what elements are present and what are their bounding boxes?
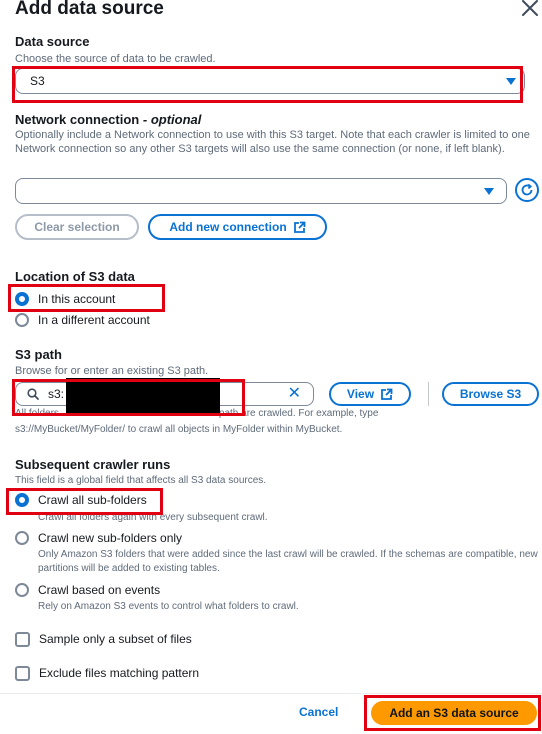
add-data-source-modal: Add data source Data source Choose the s… bbox=[0, 0, 542, 734]
network-label-text: Network connection bbox=[15, 112, 140, 127]
checkbox[interactable] bbox=[15, 631, 30, 647]
external-link-icon bbox=[293, 221, 306, 233]
location-label: Location of S3 data bbox=[15, 269, 135, 284]
radio-crawl-all[interactable]: Crawl all sub-folders bbox=[15, 492, 147, 508]
add-s3-data-source-label: Add an S3 data source bbox=[389, 706, 519, 720]
s3-path-label: S3 path bbox=[15, 347, 62, 362]
radio-label: Crawl based on events bbox=[38, 583, 161, 597]
s3-help-end: path are crawled. For example, type bbox=[218, 408, 379, 419]
s3-help-start: All folders bbox=[15, 408, 59, 419]
radio-button[interactable] bbox=[15, 583, 29, 597]
modal-title: Add data source bbox=[15, 0, 164, 19]
close-icon[interactable] bbox=[520, 0, 540, 18]
add-new-connection-label: Add new connection bbox=[169, 220, 287, 234]
network-connection-description: Optionally include a Network connection … bbox=[15, 129, 530, 155]
s3-path-description: Browse for or enter an existing S3 path. bbox=[15, 365, 209, 377]
clear-selection-label: Clear selection bbox=[34, 220, 120, 234]
radio-in-this-account[interactable]: In this account bbox=[15, 291, 115, 307]
radio-button[interactable] bbox=[15, 493, 29, 507]
radio-button[interactable] bbox=[15, 292, 29, 306]
s3-path-value: s3: bbox=[48, 387, 65, 401]
radio-label: In this account bbox=[38, 292, 116, 306]
data-source-select[interactable]: S3 bbox=[15, 68, 525, 94]
subsequent-runs-description: This field is a global field that affect… bbox=[15, 475, 267, 486]
clear-selection-button[interactable]: Clear selection bbox=[15, 214, 139, 240]
radio-crawl-new-desc: Only Amazon S3 folders that were added s… bbox=[38, 549, 538, 574]
vertical-divider bbox=[428, 382, 429, 406]
chevron-down-icon bbox=[484, 188, 494, 195]
add-s3-data-source-button[interactable]: Add an S3 data source bbox=[371, 701, 537, 725]
radio-label: Crawl all sub-folders bbox=[38, 493, 147, 507]
checkbox-label: Sample only a subset of files bbox=[39, 632, 192, 646]
radio-label: Crawl new sub-folders only bbox=[38, 531, 183, 545]
footer-divider bbox=[0, 693, 542, 694]
browse-s3-button[interactable]: Browse S3 bbox=[442, 382, 539, 406]
external-link-icon bbox=[381, 388, 393, 400]
radio-crawl-events[interactable]: Crawl based on events bbox=[15, 582, 160, 598]
add-new-connection-button[interactable]: Add new connection bbox=[148, 214, 327, 240]
modal-header: Add data source bbox=[15, 0, 538, 22]
browse-s3-label: Browse S3 bbox=[459, 387, 522, 401]
radio-crawl-all-desc: Crawl all folders again with every subse… bbox=[38, 512, 268, 523]
radio-crawl-new[interactable]: Crawl new sub-folders only bbox=[15, 530, 182, 546]
data-source-description: Choose the source of data to be crawled. bbox=[15, 53, 216, 65]
checkbox[interactable] bbox=[15, 665, 30, 681]
data-source-label: Data source bbox=[15, 34, 90, 49]
s3-path-help-line2: s3://MyBucket/MyFolder/ to crawl all obj… bbox=[15, 424, 343, 435]
radio-button[interactable] bbox=[15, 531, 29, 545]
radio-different-account[interactable]: In a different account bbox=[15, 312, 150, 328]
checkbox-label: Exclude files matching pattern bbox=[39, 666, 200, 680]
radio-crawl-events-desc: Rely on Amazon S3 events to control what… bbox=[38, 601, 299, 612]
checkbox-sample-subset[interactable]: Sample only a subset of files bbox=[15, 631, 192, 647]
radio-button[interactable] bbox=[15, 313, 29, 327]
checkbox-exclude-pattern[interactable]: Exclude files matching pattern bbox=[15, 665, 199, 681]
network-connection-label: Network connection - optional bbox=[15, 112, 202, 127]
subsequent-runs-label: Subsequent crawler runs bbox=[15, 457, 171, 472]
refresh-button[interactable] bbox=[515, 178, 539, 202]
radio-label: In a different account bbox=[38, 313, 150, 327]
optional-tag: optional bbox=[150, 112, 202, 127]
clear-input-icon[interactable]: ✕ bbox=[288, 386, 301, 402]
view-button[interactable]: View bbox=[329, 382, 411, 406]
view-label: View bbox=[346, 387, 375, 401]
refresh-icon bbox=[521, 183, 533, 196]
network-connection-select[interactable] bbox=[15, 178, 507, 204]
chevron-down-icon bbox=[506, 78, 516, 85]
cancel-button[interactable]: Cancel bbox=[299, 705, 338, 719]
data-source-value: S3 bbox=[30, 74, 45, 88]
redacted-region bbox=[66, 378, 220, 416]
search-icon bbox=[27, 388, 39, 400]
